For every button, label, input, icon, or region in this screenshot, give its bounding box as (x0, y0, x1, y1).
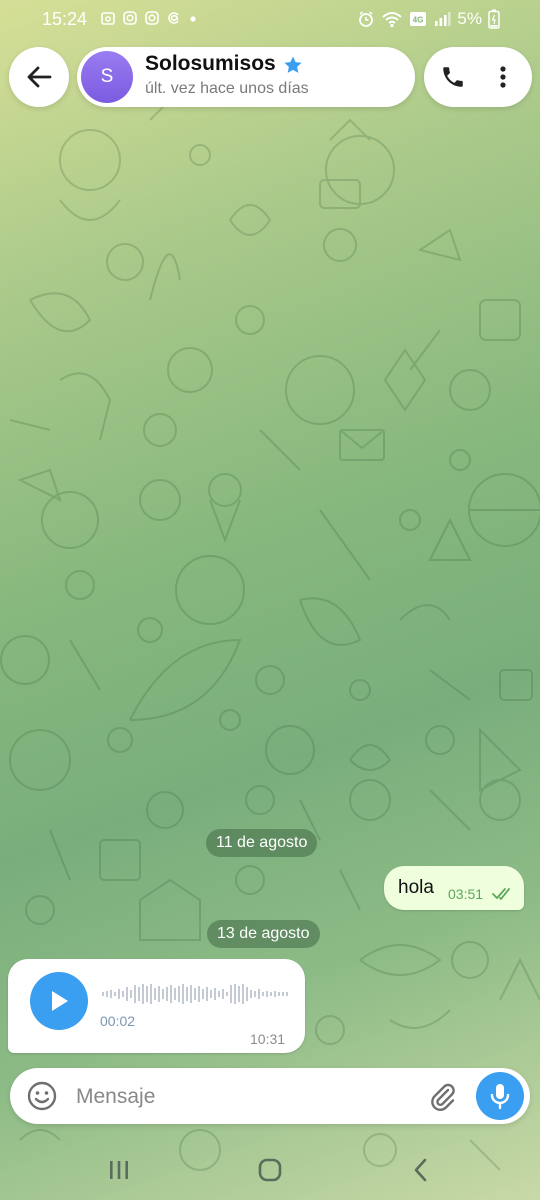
avatar[interactable]: S (81, 51, 133, 103)
voice-record-button[interactable] (476, 1072, 524, 1120)
chevron-left-icon (414, 1158, 427, 1182)
double-check-icon (492, 888, 510, 900)
attach-button[interactable] (426, 1080, 458, 1112)
call-button[interactable] (438, 62, 468, 92)
microphone-icon (490, 1084, 510, 1110)
alarm-icon (359, 11, 374, 27)
signal-icon (435, 12, 452, 26)
status-bar: 15:24 4G 5% (0, 0, 540, 40)
voice-duration: 00:02 (100, 1013, 136, 1029)
message-composer (10, 1068, 530, 1124)
back-button[interactable] (9, 47, 69, 107)
more-vertical-icon (500, 66, 506, 88)
notification-icons (100, 10, 198, 26)
arrow-left-icon (27, 66, 52, 88)
home-icon (258, 1158, 282, 1182)
back-nav-button[interactable] (401, 1154, 441, 1186)
smiley-icon (27, 1081, 57, 1111)
message-time: 03:51 (448, 886, 484, 902)
message-time: 10:31 (250, 1031, 286, 1047)
instagram-icon (145, 11, 159, 25)
home-button[interactable] (250, 1154, 290, 1186)
calendar-icon (101, 12, 115, 25)
phone-icon (443, 67, 463, 87)
message-input[interactable] (74, 1078, 418, 1116)
last-seen-status: últ. vez hace unos días (145, 80, 309, 97)
battery-icon (488, 9, 500, 29)
recent-apps-button[interactable] (99, 1154, 139, 1186)
svg-text:4G: 4G (413, 16, 424, 25)
wifi-icon (382, 12, 403, 28)
chat-title: Solosumisos (145, 52, 276, 75)
voice-message[interactable]: 00:02 10:31 (8, 959, 305, 1053)
more-options-button[interactable] (488, 62, 518, 92)
outgoing-message[interactable]: hola 03:51 (384, 866, 524, 910)
chat-header[interactable]: S Solosumisos últ. vez hace unos días (77, 47, 415, 107)
header-actions (424, 47, 532, 107)
star-icon (284, 56, 302, 73)
play-button[interactable] (30, 972, 88, 1030)
date-separator: 11 de agosto (206, 829, 318, 857)
battery-percent: 5% (457, 9, 482, 28)
system-icons: 4G 5% (357, 9, 500, 29)
paperclip-icon (431, 1083, 455, 1111)
play-icon (52, 991, 68, 1011)
date-separator: 13 de agosto (207, 920, 320, 948)
dot-icon (190, 16, 196, 22)
navigation-bar (0, 1140, 540, 1200)
emoji-button[interactable] (26, 1080, 58, 1112)
volte-icon: 4G (410, 12, 427, 26)
message-text: hola (398, 877, 434, 898)
waveform[interactable] (102, 981, 292, 1007)
status-time: 15:24 (42, 9, 88, 29)
recents-icon (110, 1161, 128, 1179)
threads-icon (168, 12, 179, 24)
instagram-icon (123, 11, 137, 25)
